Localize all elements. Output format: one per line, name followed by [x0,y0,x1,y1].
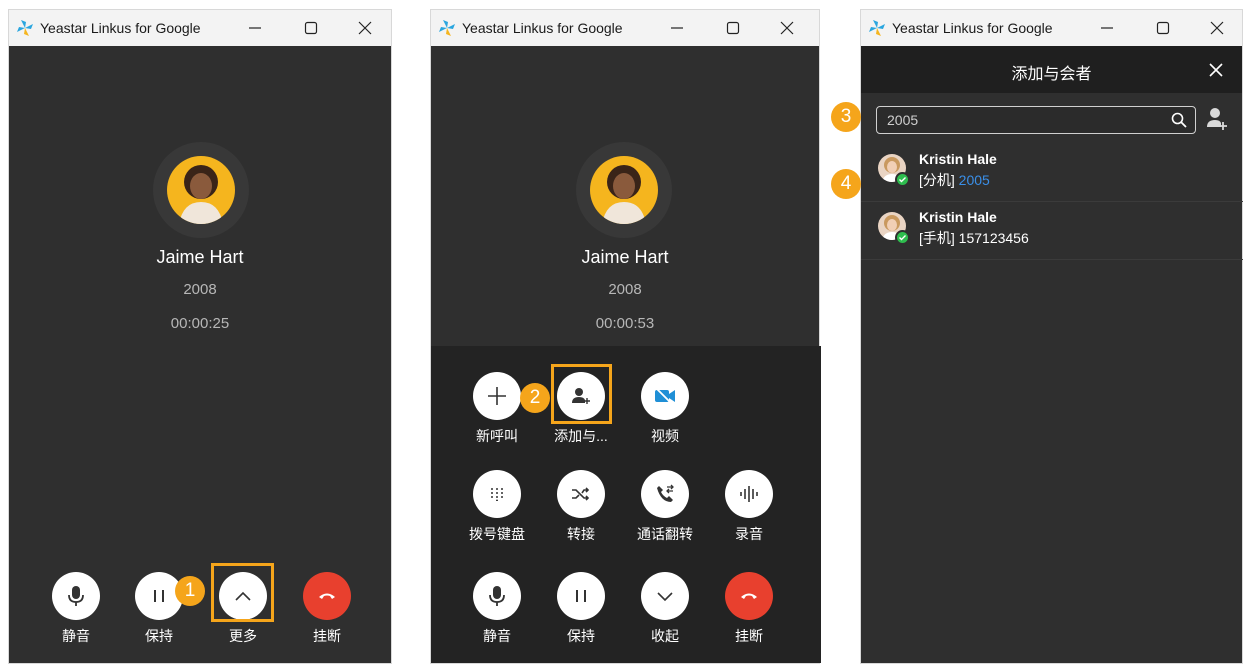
step-badge-1: 1 [175,576,205,606]
video-label: 视频 [651,428,679,444]
collapse-button[interactable] [641,572,689,620]
participants-title: 添加与会者 [1011,66,1092,83]
new-call-label: 新呼叫 [476,428,518,444]
plus-icon [488,387,506,405]
microphone-icon [489,586,505,606]
transfer-button[interactable] [557,470,605,518]
contact-name: Kristin Hale [919,209,997,225]
hangup-button[interactable] [303,572,351,620]
contact-name: Kristin Hale [919,151,997,167]
step-badge-2: 2 [520,383,550,413]
search-icon[interactable] [1171,112,1187,133]
hangup-button[interactable] [725,572,773,620]
new-call-button[interactable] [473,372,521,420]
yeastar-pinwheel-icon [866,17,888,39]
video-off-icon [655,388,675,404]
number-value: 2005 [958,172,990,188]
call-window-1: Yeastar Linkus for Google Jaime Hart 200… [8,9,392,664]
add-contact-icon[interactable] [1206,107,1228,136]
online-status-icon [895,172,910,187]
transfer-label: 转接 [567,526,595,542]
list-item[interactable]: Kristin Hale [手机] 157123456 [861,202,1243,260]
avatar [590,156,658,224]
pause-icon [154,590,164,602]
maximize-icon[interactable] [297,10,325,46]
maximize-icon[interactable] [719,10,747,46]
step-highlight-add-participant [551,364,612,424]
call-flip-icon [657,484,674,502]
participants-header: 添加与会者 [861,46,1242,93]
mute-label: 静音 [62,628,90,644]
hangup-icon [741,593,757,599]
title-bar: Yeastar Linkus for Google [9,10,391,46]
title-bar: Yeastar Linkus for Google [861,10,1242,46]
caller-avatar-ring [576,142,672,238]
caller-extension: 2008 [608,281,642,298]
window-title: Yeastar Linkus for Google [462,20,623,36]
add-participant-label: 添加与... [554,428,608,444]
call-timer: 00:00:53 [595,315,655,332]
step-highlight-more [211,563,274,622]
number-value: 157123456 [958,230,1029,246]
step-badge-3: 3 [831,102,861,132]
window-title: Yeastar Linkus for Google [40,20,201,36]
record-label: 录音 [735,526,763,542]
caller-avatar-ring [153,142,249,238]
transfer-icon [572,487,590,501]
hangup-label: 挂断 [735,628,763,644]
chevron-down-icon [657,592,673,602]
call-flip-label: 通话翻转 [637,526,693,542]
close-icon[interactable] [1209,63,1223,82]
minimize-icon[interactable] [241,10,269,46]
mute-label: 静音 [483,628,511,644]
dialpad-icon [491,488,503,501]
caller-name: Jaime Hart [156,247,244,267]
call-flip-button[interactable] [641,470,689,518]
contact-number: [分机] 2005 [919,170,990,190]
dialpad-button[interactable] [473,470,521,518]
collapse-label: 收起 [651,628,679,644]
minimize-icon[interactable] [663,10,691,46]
hangup-icon [319,593,335,599]
window-title: Yeastar Linkus for Google [892,20,1053,36]
record-icon [740,486,758,502]
pause-icon [576,590,586,602]
online-status-icon [895,230,910,245]
microphone-icon [68,586,84,606]
video-button[interactable] [641,372,689,420]
number-type: [手机] [919,230,955,246]
hold-label: 保持 [145,628,173,644]
maximize-icon[interactable] [1149,10,1177,46]
more-label: 更多 [229,628,257,644]
participant-search-field[interactable] [876,106,1196,134]
avatar [167,156,235,224]
hold-button[interactable] [557,572,605,620]
hangup-label: 挂断 [313,628,341,644]
step-badge-4: 4 [831,169,861,199]
caller-name: Jaime Hart [581,247,669,267]
add-participant-window: Yeastar Linkus for Google 添加与会者 Kristin … [860,9,1243,664]
close-icon[interactable] [773,10,801,46]
close-icon[interactable] [1203,10,1231,46]
contact-number: [手机] 157123456 [919,228,1029,248]
dialpad-label: 拨号键盘 [469,526,525,542]
call-timer: 00:00:25 [170,315,230,332]
close-icon[interactable] [351,10,379,46]
mute-button[interactable] [52,572,100,620]
search-input[interactable] [887,111,1147,129]
mute-button[interactable] [473,572,521,620]
title-bar: Yeastar Linkus for Google [431,10,819,46]
more-actions-panel: 新呼叫 添加与... 视频 拨号键盘 转接 通话翻转 录音 静音 保持 收起 挂… [431,346,821,663]
minimize-icon[interactable] [1093,10,1121,46]
yeastar-pinwheel-icon [14,17,36,39]
number-type: [分机] [919,172,955,188]
call-window-2: Yeastar Linkus for Google Jaime Hart 200… [430,9,821,664]
list-item[interactable]: Kristin Hale [分机] 2005 [861,144,1243,202]
record-button[interactable] [725,470,773,518]
caller-extension: 2008 [183,281,217,298]
yeastar-pinwheel-icon [436,17,458,39]
hold-label: 保持 [567,628,595,644]
